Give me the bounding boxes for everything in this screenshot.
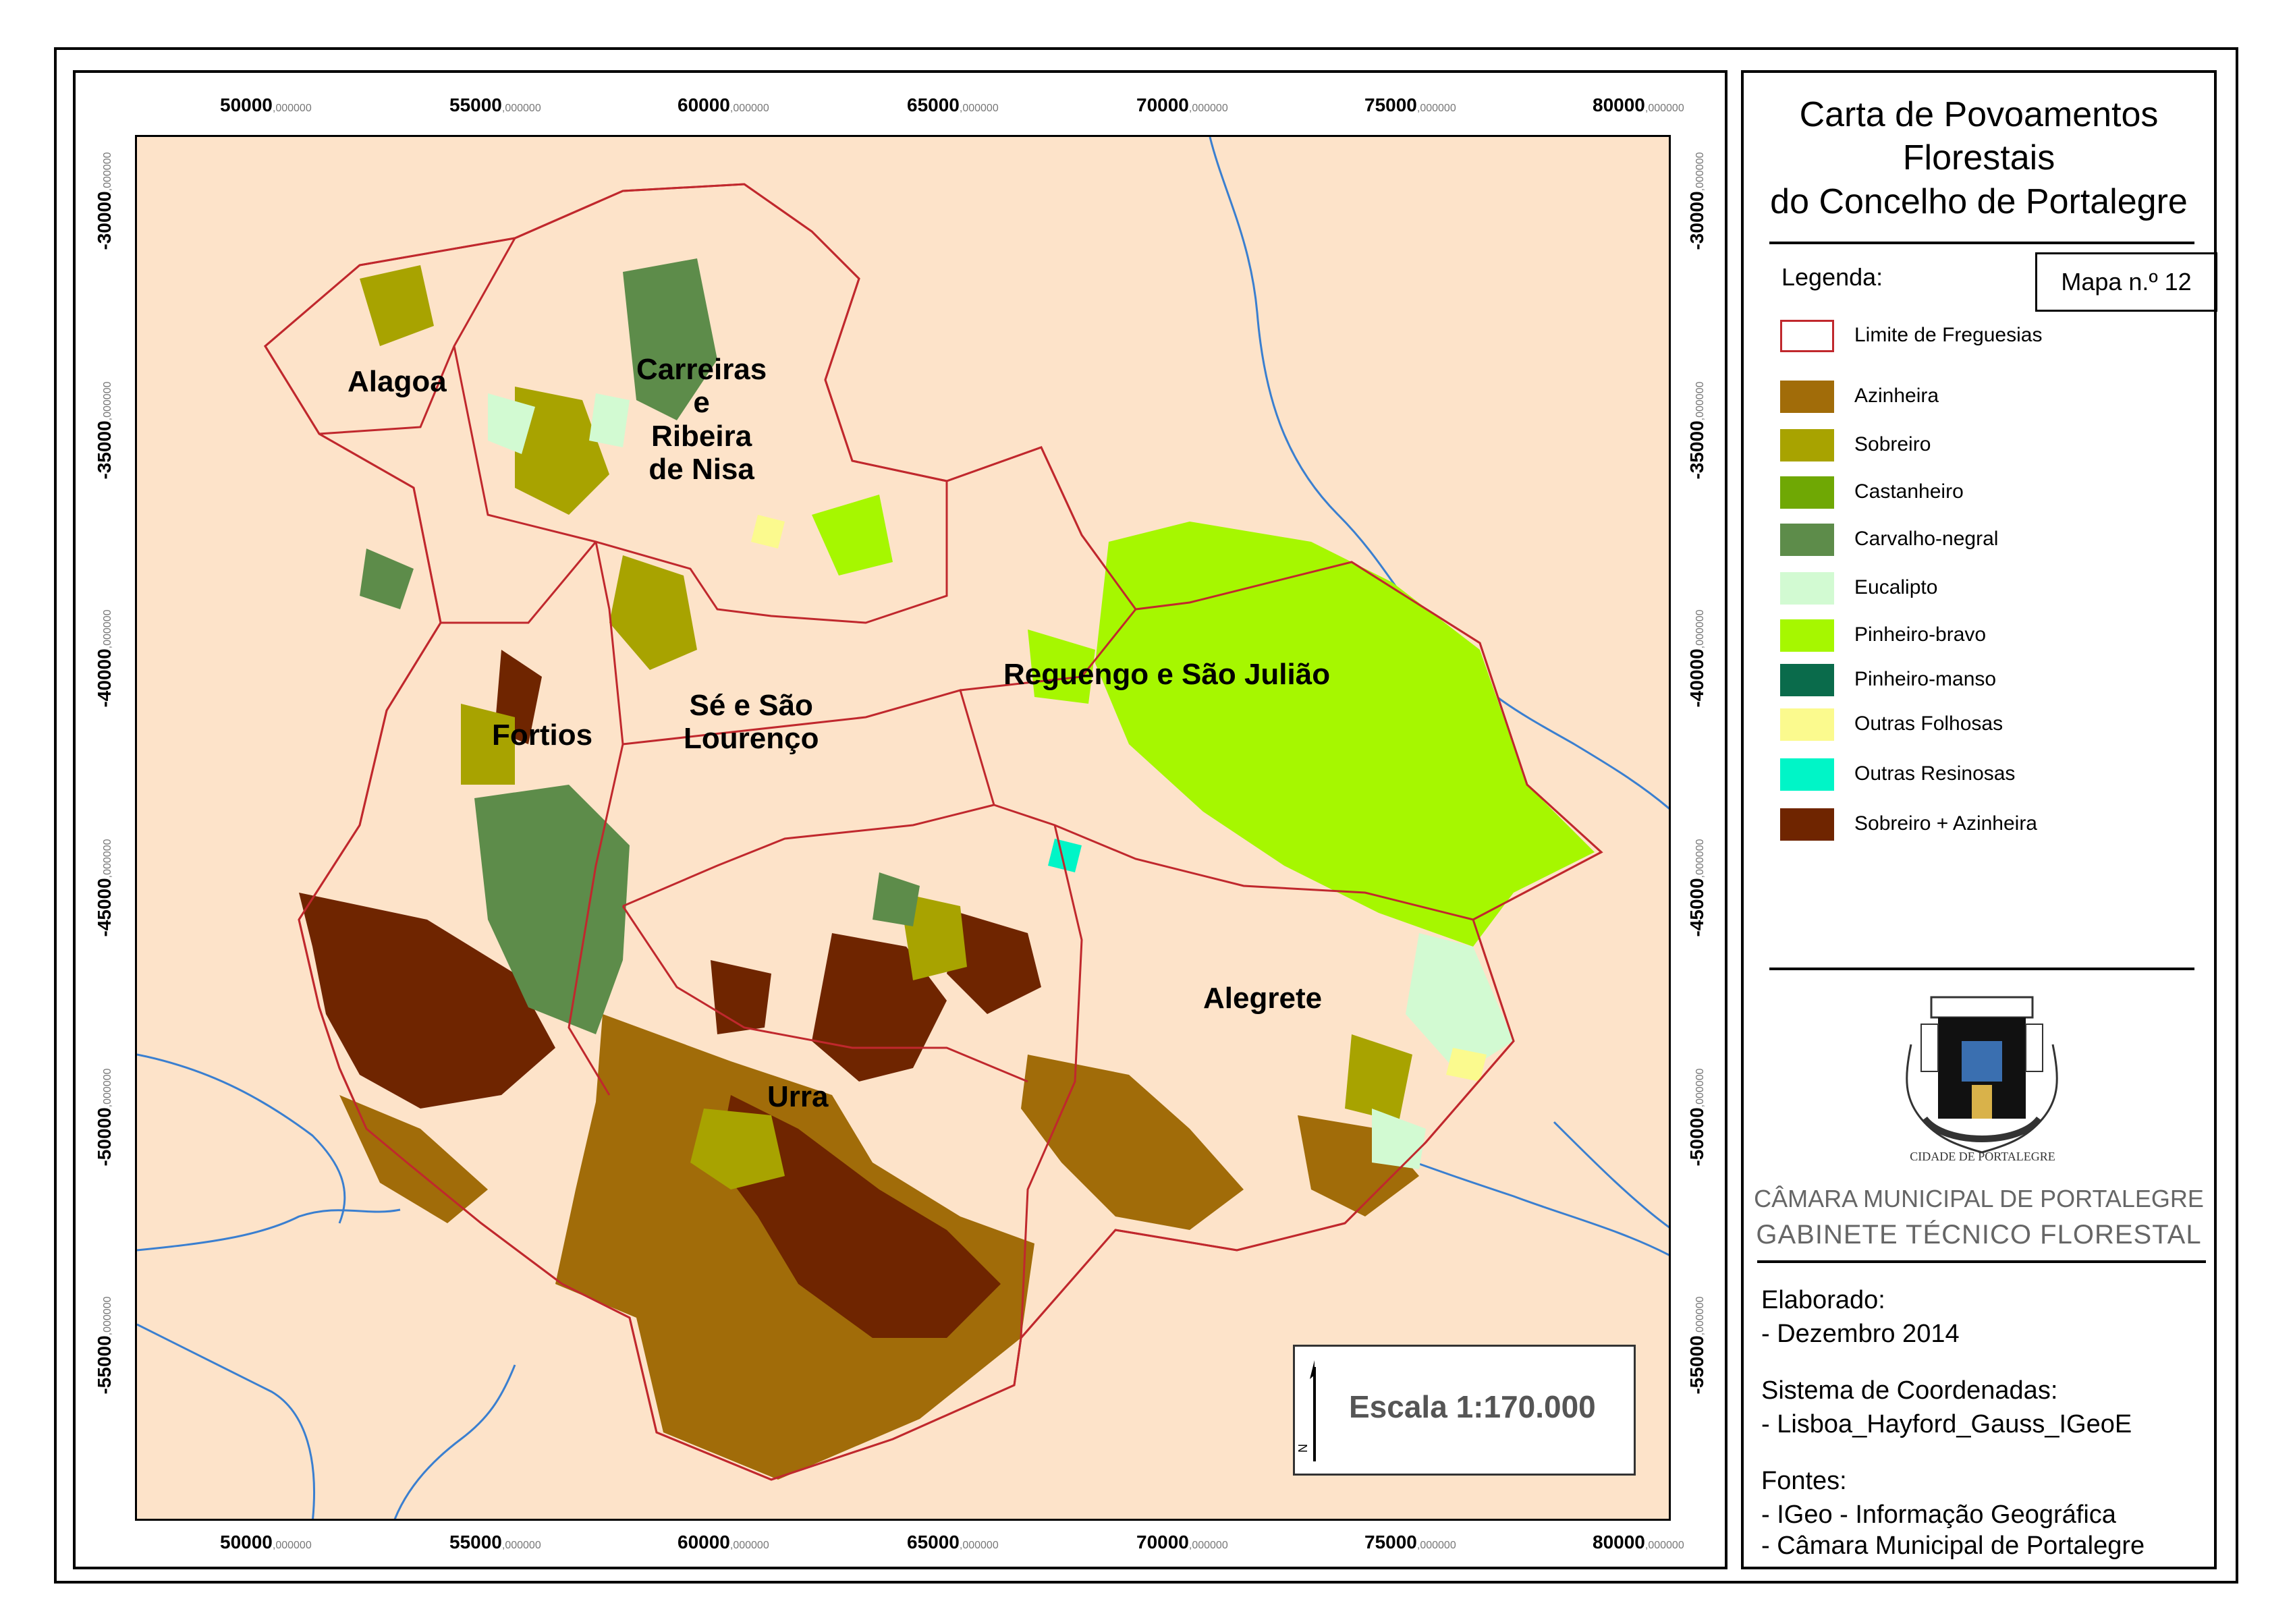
freguesia-label-carreiras: Carreiras e Ribeira de Nisa <box>636 353 767 486</box>
legend-swatch <box>1780 708 1834 741</box>
river-7 <box>1553 1121 1669 1229</box>
elaborado-value: - Dezembro 2014 <box>1761 1320 1960 1348</box>
x-tick-top-80000: 80000,000000 <box>1593 94 1684 115</box>
title-line-2: Florestais <box>1902 138 2055 178</box>
title-line-3: do Concelho de Portalegre <box>1770 181 2188 221</box>
freguesia-label-fortios: Fortios <box>492 719 593 752</box>
y-tick-right-35000: -35000,000000 <box>1686 381 1707 480</box>
legend-label: Pinheiro-bravo <box>1854 623 1987 646</box>
sistema-value: - Lisboa_Hayford_Gauss_IGeoE <box>1761 1410 2132 1438</box>
map-area[interactable]: Alagoa Carreiras e Ribeira de Nisa Forti… <box>135 135 1671 1521</box>
y-tick-left-50000: -50000,000000 <box>94 1068 115 1167</box>
freguesia-label-urra: Urra <box>767 1080 829 1113</box>
legend-label: Pinheiro-manso <box>1854 668 1997 690</box>
x-tick-bottom-55000: 55000,000000 <box>449 1532 541 1552</box>
legend-swatch <box>1780 664 1834 696</box>
legend-swatch <box>1780 758 1834 791</box>
legend-label: Outras Folhosas <box>1854 712 2003 735</box>
x-tick-top-70000: 70000,000000 <box>1136 94 1228 115</box>
fonte-2: - Câmara Municipal de Portalegre <box>1761 1532 2145 1560</box>
map-drawing <box>137 137 1669 1519</box>
scale-label: Escala 1:170.000 <box>1349 1389 1596 1424</box>
freguesia-label-alegrete: Alegrete <box>1203 982 1323 1015</box>
north-label: N <box>1296 1444 1310 1453</box>
org-divider <box>1757 1260 2206 1263</box>
y-tick-left-55000: -55000,000000 <box>94 1296 115 1395</box>
x-tick-top-55000: 55000,000000 <box>449 94 541 115</box>
legend-heading: Legenda: <box>1781 263 1883 291</box>
legend-swatch <box>1780 320 1834 352</box>
freguesia-label-reguengo: Reguengo e São Julião <box>1003 658 1331 691</box>
sistema-label: Sistema de Coordenadas: <box>1761 1376 2058 1405</box>
crest-caption: CIDADE DE PORTALEGRE <box>1910 1150 2055 1163</box>
y-tick-left-40000: -40000,000000 <box>94 609 115 708</box>
y-tick-right-40000: -40000,000000 <box>1686 609 1707 708</box>
x-tick-bottom-60000: 60000,000000 <box>678 1532 769 1552</box>
org-name: CÂMARA MUNICIPAL DE PORTALEGRE <box>1754 1185 2204 1212</box>
title-line-1: Carta de Povoamentos <box>1799 95 2159 134</box>
y-tick-right-45000: -45000,000000 <box>1686 839 1707 937</box>
x-tick-bottom-65000: 65000,000000 <box>907 1532 999 1552</box>
freguesia-label-alagoa: Alagoa <box>348 365 447 398</box>
scale-box: N Escala 1:170.000 <box>1293 1345 1636 1476</box>
map-number-box: Mapa n.º 12 <box>2035 252 2217 312</box>
legend-label: Azinheira <box>1854 385 1939 407</box>
fonte-1: - IGeo - Informação Geográfica <box>1761 1501 2116 1529</box>
river-5 <box>393 1364 516 1519</box>
river-3 <box>137 1208 401 1252</box>
legend-swatch <box>1780 524 1834 556</box>
map-title: Carta de Povoamentos Florestais do Conce… <box>1744 93 2214 223</box>
legend-label: Limite de Freguesias <box>1854 324 2043 346</box>
org-department: GABINETE TÉCNICO FLORESTAL <box>1756 1220 2202 1250</box>
x-tick-top-75000: 75000,000000 <box>1364 94 1456 115</box>
legend-label: Sobreiro + Azinheira <box>1854 812 2037 835</box>
x-tick-top-50000: 50000,000000 <box>220 94 312 115</box>
x-tick-top-60000: 60000,000000 <box>678 94 769 115</box>
y-tick-left-45000: -45000,000000 <box>94 839 115 937</box>
river-4 <box>137 1323 315 1519</box>
legend-label: Castanheiro <box>1854 480 1964 503</box>
elaborado-label: Elaborado: <box>1761 1286 1885 1314</box>
y-tick-left-35000: -35000,000000 <box>94 381 115 480</box>
x-tick-bottom-75000: 75000,000000 <box>1364 1532 1456 1552</box>
y-tick-right-50000: -50000,000000 <box>1686 1068 1707 1167</box>
y-tick-right-30000: -30000,000000 <box>1686 152 1707 250</box>
y-tick-right-55000: -55000,000000 <box>1686 1296 1707 1395</box>
legend-swatch <box>1780 572 1834 605</box>
legend-divider <box>1769 968 2194 970</box>
legend-label: Sobreiro <box>1854 433 1931 455</box>
x-tick-top-65000: 65000,000000 <box>907 94 999 115</box>
river-2 <box>137 1053 346 1224</box>
x-tick-bottom-50000: 50000,000000 <box>220 1532 312 1552</box>
legend-label: Carvalho-negral <box>1854 528 1999 550</box>
fontes-label: Fontes: <box>1761 1467 1847 1495</box>
title-divider <box>1769 242 2194 244</box>
freguesia-label-se: Sé e São Lourenço <box>684 689 819 756</box>
x-tick-bottom-70000: 70000,000000 <box>1136 1532 1228 1552</box>
legend-swatch <box>1780 619 1834 652</box>
river-6 <box>1378 1148 1669 1256</box>
x-tick-bottom-80000: 80000,000000 <box>1593 1532 1684 1552</box>
legend-swatch <box>1780 429 1834 461</box>
legend-label: Eucalipto <box>1854 576 1938 598</box>
legend-label: Outras Resinosas <box>1854 762 2016 785</box>
legend-swatch <box>1780 808 1834 841</box>
side-panel: Carta de Povoamentos Florestais do Conce… <box>1741 70 2217 1569</box>
legend-swatch <box>1780 476 1834 509</box>
legend-swatch <box>1780 381 1834 413</box>
y-tick-left-30000: -30000,000000 <box>94 152 115 250</box>
